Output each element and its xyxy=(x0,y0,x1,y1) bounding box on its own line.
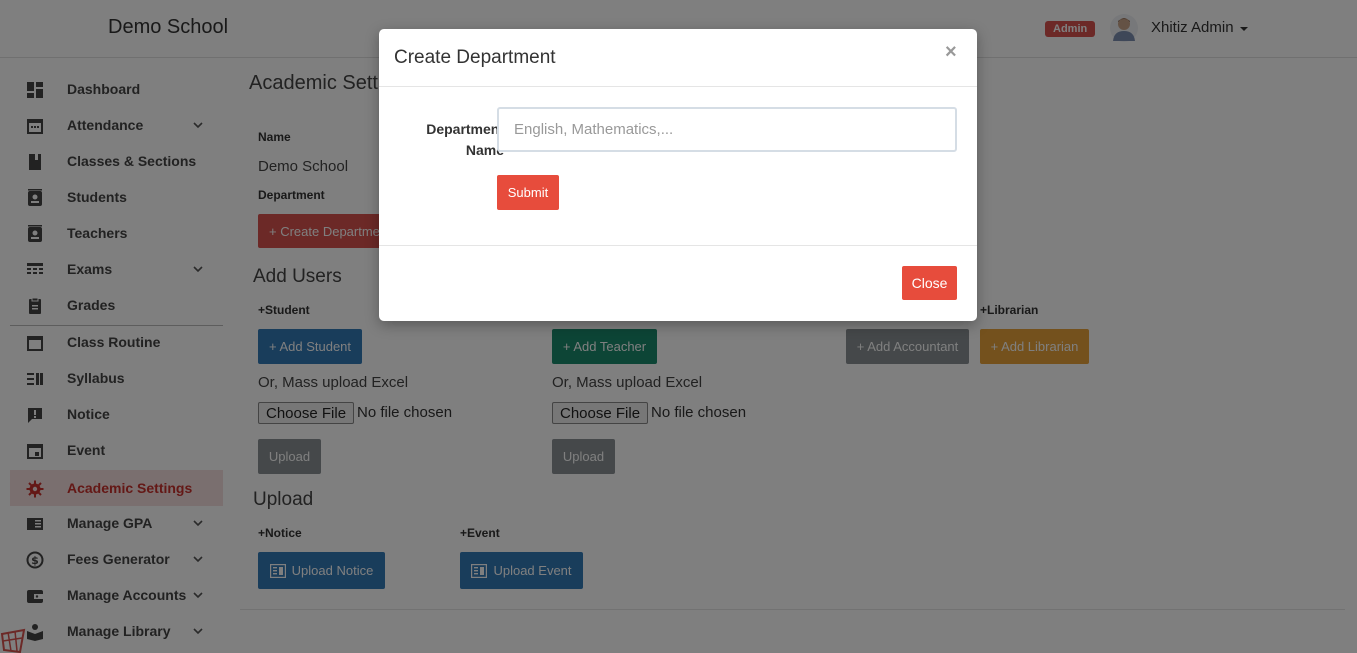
modal-footer-divider xyxy=(379,245,977,246)
modal-title: Create Department xyxy=(394,47,556,68)
submit-button[interactable]: Submit xyxy=(497,175,559,210)
close-icon[interactable]: × xyxy=(945,41,957,64)
close-button[interactable]: Close xyxy=(902,266,957,300)
department-name-input[interactable] xyxy=(497,107,957,152)
create-department-modal: Create Department × Department Name Subm… xyxy=(379,29,977,321)
modal-header-divider xyxy=(379,86,977,87)
department-name-label: Department Name xyxy=(426,121,504,158)
